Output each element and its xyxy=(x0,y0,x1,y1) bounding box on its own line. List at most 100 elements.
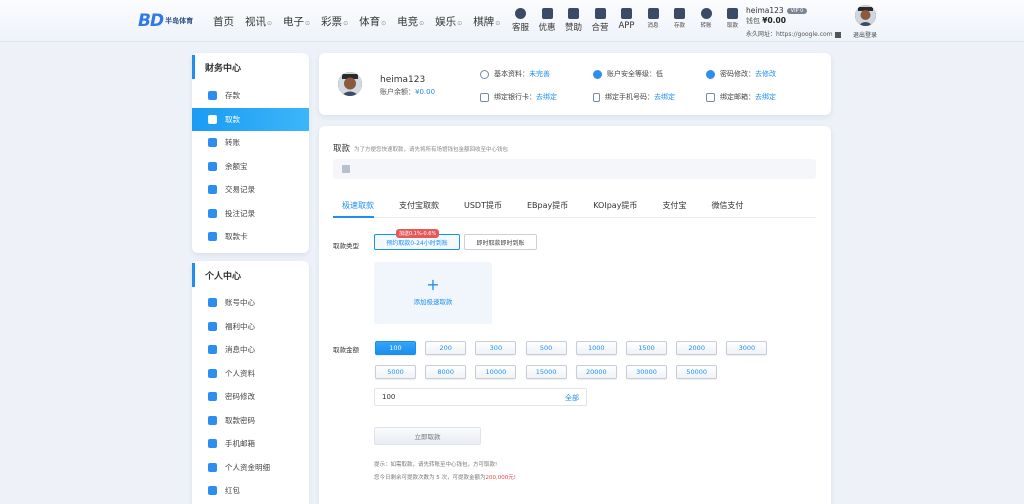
nav-item-0[interactable]: 首页 xyxy=(213,14,234,29)
sidebar-item-personal_items-1[interactable]: 福利中心 xyxy=(192,315,309,339)
sidebar-item-personal_items-8[interactable]: 红包 xyxy=(192,479,309,503)
nav-item-2[interactable]: 电子⊙ xyxy=(283,14,310,29)
sidebar-item-finance_items-2[interactable]: 转账 xyxy=(192,131,309,155)
amount-option[interactable]: 8000 xyxy=(425,365,467,379)
amount-option[interactable]: 100 xyxy=(375,341,416,355)
mail-icon xyxy=(706,92,715,102)
bind-email-link[interactable]: 去绑定 xyxy=(755,92,776,102)
basic-info-link[interactable]: 未完善 xyxy=(529,69,550,79)
bind-card-link[interactable]: 去绑定 xyxy=(536,92,557,102)
quick-link-4[interactable]: APP xyxy=(614,8,639,33)
basic-info: 基本资料： 未完善 xyxy=(480,69,550,79)
amount-option[interactable]: 5000 xyxy=(375,365,416,379)
amount-option[interactable]: 20000 xyxy=(575,365,617,379)
amount-option[interactable]: 200 xyxy=(425,341,467,355)
header-username: heima123 xyxy=(746,6,784,15)
sidebar-item-icon xyxy=(208,298,217,308)
quick-link-3[interactable]: 合营 xyxy=(588,8,613,33)
top-header: BD 半岛体育 首页 视讯⊙ 电子⊙ 彩票⊙ 体育⊙ 电竞⊙ 娱乐⊙ 棋牌⊙ 客服 优惠 赞助 合营… xyxy=(0,0,1024,42)
sidebar-item-personal_items-2[interactable]: 消息中心 xyxy=(192,338,309,362)
add-quick-withdraw-label: 添加极速取款 xyxy=(413,298,453,306)
sidebar-item-label: 取款 xyxy=(225,114,240,124)
sidebar-item-label: 个人资金明细 xyxy=(225,462,270,472)
amount-option[interactable]: 50000 xyxy=(676,365,718,379)
quick-link-1[interactable]: 优惠 xyxy=(535,8,560,33)
sidebar-item-finance_items-6[interactable]: 取款卡 xyxy=(192,225,309,249)
finance-center-panel: 财务中心 存款 取款 转账 余额宝 交易记录 投注记录 取款卡 xyxy=(192,53,309,253)
sidebar-item-personal_items-6[interactable]: 手机邮箱 xyxy=(192,432,309,456)
chevron-down-icon: ⊙ xyxy=(419,20,425,27)
quick-small-3[interactable]: 取款 xyxy=(720,8,745,33)
sidebar-item-label: 消息中心 xyxy=(225,345,255,355)
bind-phone-link[interactable]: 去绑定 xyxy=(654,92,675,102)
amount-option[interactable]: 1000 xyxy=(575,341,617,355)
all-amount-button[interactable]: 全部 xyxy=(565,393,579,403)
amount-option[interactable]: 15000 xyxy=(525,365,567,379)
password-change-link[interactable]: 去修改 xyxy=(755,69,776,79)
tab-6[interactable]: 微信支付 xyxy=(702,200,743,218)
card-icon xyxy=(480,92,489,102)
sidebar-item-icon xyxy=(208,415,217,425)
nav-item-4[interactable]: 体育⊙ xyxy=(359,14,386,29)
amount-option[interactable]: 500 xyxy=(525,341,567,355)
header-balance: 钱包 ¥0.00 xyxy=(746,16,786,25)
amount-option[interactable]: 300 xyxy=(475,341,517,355)
nav-label: 棋牌 xyxy=(473,16,495,28)
amount-option[interactable]: 1500 xyxy=(626,341,667,355)
instant-withdraw-option[interactable]: 即时取款即时到账 xyxy=(464,234,537,250)
personal-center-panel: 个人中心 账号中心 福利中心 消息中心 个人资料 密码修改 取款密码 手机邮箱 个人资金明细红… xyxy=(192,261,309,504)
quick-link-2[interactable]: 赞助 xyxy=(561,8,586,33)
sidebar-item-label: 手机邮箱 xyxy=(225,439,255,449)
site-logo[interactable]: BD 半岛体育 xyxy=(138,11,200,31)
amount-option[interactable]: 30000 xyxy=(626,365,667,379)
notice-bar xyxy=(333,159,816,179)
sidebar-item-personal_items-3[interactable]: 个人资料 xyxy=(192,362,309,386)
sidebar-item-label: 投注记录 xyxy=(225,208,255,218)
quick-small-label: 存款 xyxy=(673,23,685,29)
quick-link-label: 客服 xyxy=(511,23,529,33)
tab-2[interactable]: USDT提币 xyxy=(455,200,502,218)
withdraw-type-label: 取款类型 xyxy=(333,242,359,250)
tab-5[interactable]: 支付宝 xyxy=(653,200,686,218)
sidebar-item-finance_items-0[interactable]: 存款 xyxy=(192,84,309,108)
sidebar-item-finance_items-5[interactable]: 投注记录 xyxy=(192,202,309,226)
lock-icon xyxy=(706,69,715,79)
submit-withdraw-button[interactable]: 立即取款 xyxy=(374,427,481,445)
amount-option[interactable]: 10000 xyxy=(475,365,517,379)
add-quick-withdraw[interactable]: + 添加极速取款 xyxy=(374,262,492,324)
nav-item-1[interactable]: 视讯⊙ xyxy=(245,14,272,29)
nav-label: 首页 xyxy=(213,16,234,28)
sidebar-item-finance_items-1[interactable]: 取款 xyxy=(192,107,309,131)
sidebar-item-finance_items-4[interactable]: 交易记录 xyxy=(192,178,309,202)
bind-email: 绑定邮箱： 去绑定 xyxy=(706,92,776,102)
nav-label: 视讯 xyxy=(245,16,266,28)
amount-option[interactable]: 2000 xyxy=(676,341,718,355)
quick-link-0[interactable]: 客服 xyxy=(508,8,533,33)
quick-small-2[interactable]: 转账 xyxy=(694,8,719,33)
nav-item-5[interactable]: 电竞⊙ xyxy=(397,14,424,29)
nav-item-7[interactable]: 棋牌⊙ xyxy=(473,14,500,29)
sidebar-item-personal_items-0[interactable]: 账号中心 xyxy=(192,291,309,315)
avatar[interactable] xyxy=(855,5,876,26)
tab-0[interactable]: 极速取款 xyxy=(333,200,374,218)
quick-small-1[interactable]: 存款 xyxy=(667,8,692,33)
sidebar-item-personal_items-5[interactable]: 取款密码 xyxy=(192,409,309,433)
sidebar-item-finance_items-3[interactable]: 余额宝 xyxy=(192,155,309,179)
copy-icon[interactable] xyxy=(834,31,841,38)
sidebar-item-icon xyxy=(208,161,217,171)
profile-avatar xyxy=(338,72,362,96)
sidebar-item-personal_items-4[interactable]: 密码修改 xyxy=(192,385,309,409)
message-icon xyxy=(647,8,659,19)
sidebar-item-personal_items-7[interactable]: 个人资金明细 xyxy=(192,456,309,480)
nav-item-3[interactable]: 彩票⊙ xyxy=(321,14,348,29)
tab-3[interactable]: EBpay提币 xyxy=(518,200,568,218)
logout-link[interactable]: 退出登录 xyxy=(853,30,877,39)
amount-option[interactable]: 3000 xyxy=(726,341,768,355)
nav-label: 电竞 xyxy=(397,16,419,28)
nav-item-6[interactable]: 娱乐⊙ xyxy=(435,14,462,29)
sidebar-item-icon xyxy=(208,185,217,195)
amount-input[interactable]: 100 全部 xyxy=(374,388,587,406)
tab-4[interactable]: KOIpay提币 xyxy=(584,200,637,218)
quick-small-0[interactable]: 消息 xyxy=(641,8,666,33)
tab-1[interactable]: 支付宝取款 xyxy=(390,200,439,218)
